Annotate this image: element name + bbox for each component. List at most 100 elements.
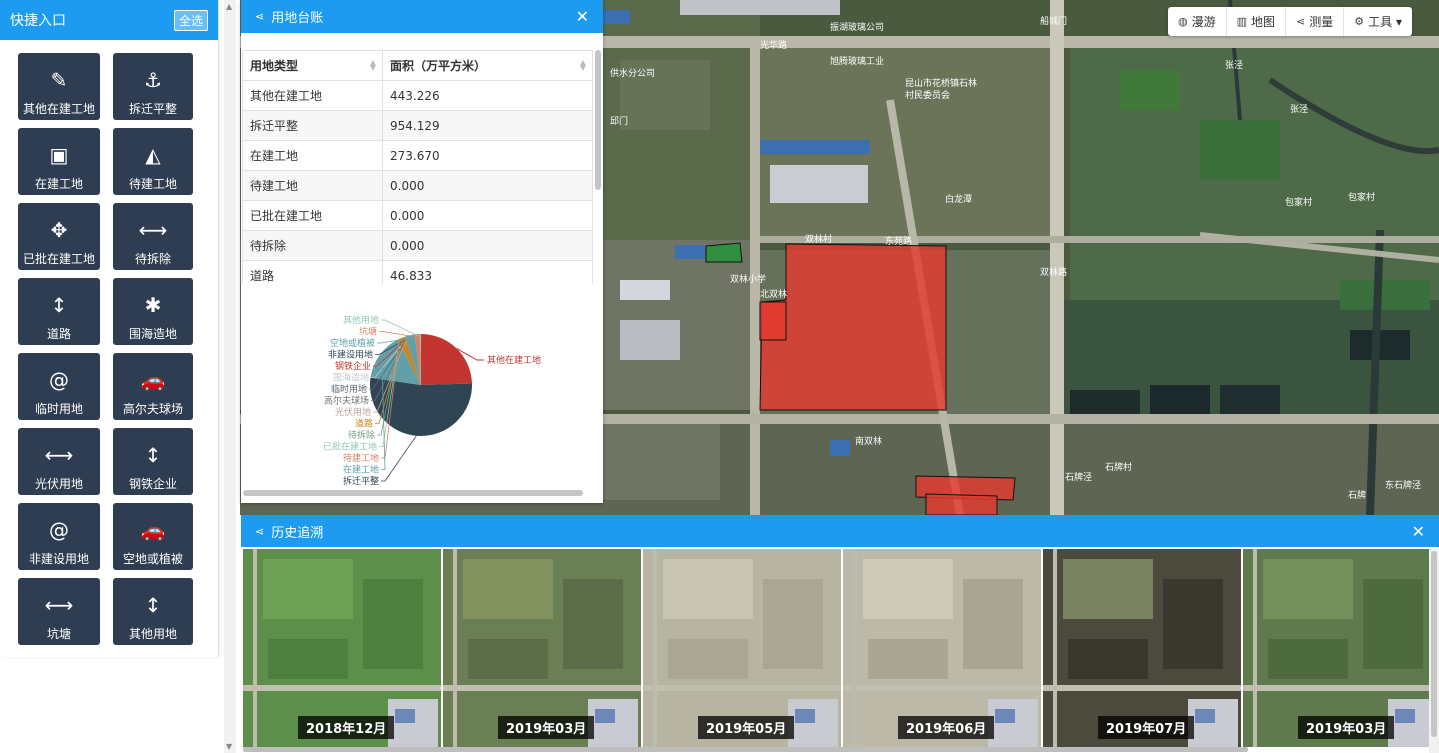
- sort-icon: ▲ ▼: [369, 58, 376, 72]
- quick-item[interactable]: ✱ 围海造地: [113, 278, 193, 345]
- quick-entry-panel: 快捷入口 全选 ✎ 其他在建工地 ⚓ 拆迁平整 ▣ 在建工地 ◭ 待建工地 ✥ 已批在建…: [0, 0, 219, 657]
- share-icon: ⋖: [255, 524, 265, 538]
- table-vertical-scrollbar[interactable]: [595, 50, 601, 190]
- quick-item-label: 坑塘: [46, 627, 71, 641]
- land-type-cell: 道路: [242, 260, 383, 284]
- area-cell: 0.000: [382, 230, 593, 261]
- pie-label: 已批在建工地: [323, 441, 377, 452]
- asterisk-icon: ✱: [144, 293, 162, 317]
- history-image[interactable]: 2019年03月: [443, 549, 641, 747]
- at-icon: @: [49, 518, 69, 542]
- table-row[interactable]: 其他在建工地 443.226: [242, 80, 593, 111]
- quick-item[interactable]: ↕ 钢铁企业: [113, 428, 193, 495]
- archive-icon: ▣: [49, 143, 69, 167]
- map-place-label: 双林村: [805, 233, 832, 244]
- history-date-label: 2019年07月: [1098, 716, 1195, 739]
- map-place-label: 石牌泾: [1065, 471, 1092, 482]
- quick-item[interactable]: ⚓ 拆迁平整: [113, 53, 193, 120]
- quick-item[interactable]: 🚗 高尔夫球场: [113, 353, 193, 420]
- quick-item[interactable]: @ 非建设用地: [18, 503, 100, 570]
- history-date-label: 2019年03月: [1298, 716, 1395, 739]
- select-all-button[interactable]: 全选: [173, 9, 208, 31]
- quick-item[interactable]: ↕ 其他用地: [113, 578, 193, 645]
- pencil-icon: ✎: [50, 68, 68, 92]
- page-scrollbar[interactable]: ▲ ▼: [224, 0, 236, 753]
- history-image[interactable]: 2019年06月: [843, 549, 1041, 747]
- close-icon[interactable]: ✕: [1412, 522, 1425, 541]
- history-image[interactable]: 2018年12月: [243, 549, 441, 747]
- map-place-label: 北双林: [760, 288, 787, 299]
- car-icon: 🚗: [140, 518, 166, 542]
- quick-item-label: 拆迁平整: [128, 102, 177, 116]
- table-row[interactable]: 在建工地 273.670: [242, 140, 593, 171]
- quick-item[interactable]: ↕ 道路: [18, 278, 100, 345]
- table-row[interactable]: 拆迁平整 954.129: [242, 110, 593, 141]
- panel-horizontal-scrollbar[interactable]: [243, 490, 583, 496]
- history-date-label: 2019年06月: [898, 716, 995, 739]
- pie-label: 空地或植被: [330, 337, 375, 348]
- pie-slice[interactable]: [421, 334, 472, 385]
- map-place-label: 包家村: [1285, 196, 1312, 207]
- history-image[interactable]: 2019年05月: [643, 549, 841, 747]
- toolbar-button[interactable]: ⚙ 工具 ▾: [1344, 7, 1412, 36]
- table-row[interactable]: 待建工地 0.000: [242, 170, 593, 201]
- quick-item[interactable]: ✥ 已批在建工地: [18, 203, 100, 270]
- land-ledger-table-wrap[interactable]: 用地类型 ▲ ▼ 面积（万平方米） ▲ ▼ 其他在建工地 443.226 拆迁平整 954…: [242, 50, 593, 284]
- pie-label-line: [379, 331, 418, 338]
- pie-label-line: [381, 432, 419, 482]
- quick-item[interactable]: ◭ 待建工地: [113, 128, 193, 195]
- map-place-label: 东石牌泾: [1385, 479, 1421, 490]
- land-type-cell: 其他在建工地: [242, 80, 383, 111]
- quick-item[interactable]: ⟷ 坑塘: [18, 578, 100, 645]
- quick-item[interactable]: ▣ 在建工地: [18, 128, 100, 195]
- land-ledger-header: ⋖ 用地台账 ✕: [241, 0, 603, 33]
- pie-slice[interactable]: [370, 377, 472, 436]
- history-trace-panel: ⋖ 历史追溯 ✕ 2018年12月 2019年03月 2019年05月 2019…: [241, 515, 1439, 753]
- quick-item[interactable]: ⟷ 待拆除: [113, 203, 193, 270]
- scroll-up-arrow[interactable]: ▲: [226, 2, 232, 11]
- land-type-cell: 已批在建工地: [242, 200, 383, 231]
- map-place-label: 昆山市花桥镇石林: [905, 77, 977, 88]
- history-vertical-scrollbar[interactable]: [1429, 549, 1439, 753]
- area-chart-icon: ◭: [145, 143, 161, 167]
- toolbar-button-label: 测量: [1309, 15, 1334, 29]
- quick-item[interactable]: 🚗 空地或植被: [113, 503, 193, 570]
- table-row[interactable]: 待拆除 0.000: [242, 230, 593, 261]
- history-horizontal-scrollbar[interactable]: [243, 747, 1248, 752]
- column-header-land-type[interactable]: 用地类型 ▲ ▼: [242, 50, 383, 81]
- map-place-label: 包家村: [1348, 191, 1375, 202]
- column-header-area[interactable]: 面积（万平方米） ▲ ▼: [382, 50, 593, 81]
- land-ledger-panel: ⋖ 用地台账 ✕ 用地类型 ▲ ▼ 面积（万平方米） ▲ ▼ 其他在建工地 443.22…: [241, 0, 603, 503]
- history-image[interactable]: 2019年07月: [1043, 549, 1241, 747]
- pie-label: 围海造地: [333, 372, 369, 383]
- close-icon[interactable]: ✕: [576, 7, 589, 26]
- quick-item-label: 已批在建工地: [22, 252, 95, 266]
- toolbar-button[interactable]: ◍ 漫游: [1168, 7, 1227, 36]
- table-row[interactable]: 道路 46.833: [242, 260, 593, 284]
- pie-label: 待拆除: [348, 429, 375, 440]
- toolbar-button[interactable]: ▥ 地图: [1227, 7, 1287, 36]
- quick-item[interactable]: ⟷ 光伏用地: [18, 428, 100, 495]
- quick-item[interactable]: @ 临时用地: [18, 353, 100, 420]
- area-cell: 46.833: [382, 260, 593, 284]
- map-place-label: 双林路: [1040, 266, 1067, 277]
- toolbar-button[interactable]: ⋖ 测量: [1286, 7, 1345, 36]
- map-place-label: 石牌村: [1105, 461, 1132, 472]
- quick-item-label: 钢铁企业: [128, 477, 177, 491]
- scroll-down-arrow[interactable]: ▼: [226, 742, 232, 751]
- at-icon: @: [49, 368, 69, 392]
- table-row[interactable]: 已批在建工地 0.000: [242, 200, 593, 231]
- map-place-label: 光华路: [760, 39, 787, 50]
- share-icon: ⋖: [255, 10, 265, 23]
- area-cell: 0.000: [382, 200, 593, 231]
- history-image[interactable]: 2019年03月: [1243, 549, 1439, 747]
- area-cell: 273.670: [382, 140, 593, 171]
- arrows-h-icon: ⟷: [44, 443, 74, 467]
- quick-entry-grid: ✎ 其他在建工地 ⚓ 拆迁平整 ▣ 在建工地 ◭ 待建工地 ✥ 已批在建工地 ⟷ 待拆除 ↕…: [0, 40, 218, 645]
- quick-item[interactable]: ✎ 其他在建工地: [18, 53, 100, 120]
- arrows-v-icon: ↕: [50, 293, 68, 317]
- map-place-label: 白龙潭: [945, 193, 972, 204]
- history-image-strip: 2018年12月 2019年03月 2019年05月 2019年06月 2019…: [243, 549, 1439, 747]
- map-place-label: 船城门: [1040, 15, 1067, 26]
- quick-item-label: 其他在建工地: [22, 102, 95, 116]
